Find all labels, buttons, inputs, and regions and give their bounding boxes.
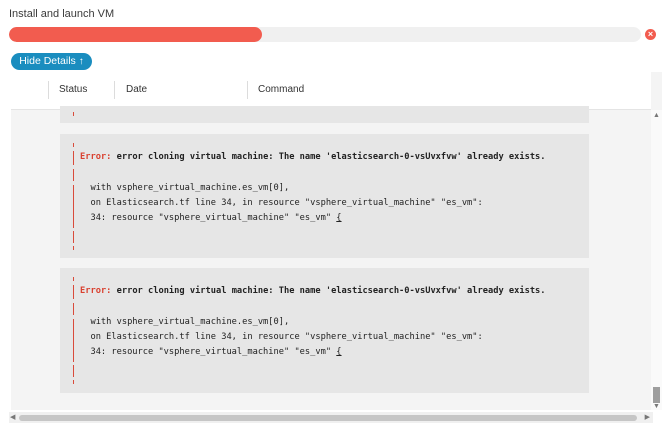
error-message: error cloning virtual machine: The name … <box>116 152 546 162</box>
column-divider <box>247 81 248 99</box>
column-header-command[interactable]: Command <box>258 84 304 95</box>
horizontal-scroll-thumb[interactable] <box>19 415 637 421</box>
log-detail-line: with vsphere_virtual_machine.es_vm[0], <box>80 183 290 193</box>
hide-details-label: Hide Details <box>19 55 76 67</box>
arrow-up-icon: ↑ <box>78 56 84 67</box>
log-marker <box>73 231 74 243</box>
column-divider <box>114 81 115 99</box>
log-error-line: Error: error cloning virtual machine: Th… <box>80 152 546 162</box>
column-divider <box>48 81 49 99</box>
scroll-down-icon[interactable]: ▼ <box>653 403 660 410</box>
log-detail-line: 34: resource "vsphere_virtual_machine" "… <box>80 347 342 357</box>
vertical-scrollbar[interactable]: ▲ ▼ <box>651 110 662 410</box>
log-block: Error: error cloning virtual machine: Th… <box>60 134 589 258</box>
log-block-partial <box>60 106 589 123</box>
error-message: error cloning virtual machine: The name … <box>116 286 546 296</box>
vertical-scroll-thumb[interactable] <box>653 387 660 403</box>
horizontal-scrollbar[interactable]: ◀ ▶ <box>9 412 653 423</box>
text-cursor: { <box>336 213 342 223</box>
error-label: Error: <box>80 152 112 162</box>
log-marker <box>73 365 74 377</box>
log-marker <box>73 112 74 116</box>
log-detail-line: on Elasticsearch.tf line 34, in resource… <box>80 332 483 342</box>
log-marker <box>73 185 74 228</box>
log-detail-line: with vsphere_virtual_machine.es_vm[0], <box>80 317 290 327</box>
hide-details-button[interactable]: Hide Details ↑ <box>11 53 92 70</box>
text-cursor: { <box>336 347 342 357</box>
close-icon[interactable]: × <box>645 29 656 40</box>
log-marker <box>73 380 74 384</box>
table-header: Status Date Command <box>11 72 651 110</box>
log-marker <box>73 246 74 250</box>
log-marker <box>73 151 74 165</box>
log-output: Error: error cloning virtual machine: Th… <box>11 106 651 410</box>
log-block: Error: error cloning virtual machine: Th… <box>60 268 589 393</box>
error-label: Error: <box>80 286 112 296</box>
log-detail-line: on Elasticsearch.tf line 34, in resource… <box>80 198 483 208</box>
log-error-line: Error: error cloning virtual machine: Th… <box>80 286 546 296</box>
log-marker <box>73 285 74 299</box>
column-header-date[interactable]: Date <box>126 84 147 95</box>
log-marker <box>73 277 74 281</box>
log-marker <box>73 143 74 147</box>
column-header-status[interactable]: Status <box>59 84 87 95</box>
progress-bar-fill <box>9 27 262 42</box>
window-title: Install and launch VM <box>9 8 115 20</box>
details-panel: Status Date Command Error: error cloning… <box>11 72 662 410</box>
log-marker <box>73 319 74 362</box>
scroll-left-icon[interactable]: ◀ <box>10 413 15 421</box>
log-marker <box>73 169 74 181</box>
scroll-right-icon[interactable]: ▶ <box>645 413 650 421</box>
progress-bar <box>9 27 641 42</box>
log-marker <box>73 303 74 315</box>
log-detail-line: 34: resource "vsphere_virtual_machine" "… <box>80 213 342 223</box>
scroll-up-icon[interactable]: ▲ <box>653 112 660 119</box>
